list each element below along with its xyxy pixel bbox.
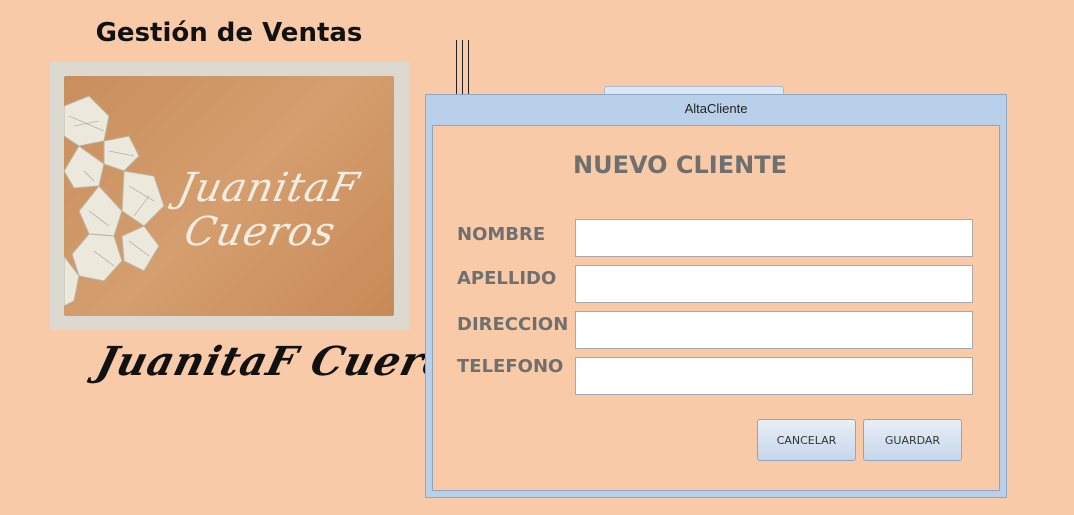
- logo-image: JuanitaF Cueros: [50, 62, 409, 330]
- form-title: NUEVO CLIENTE: [573, 151, 787, 179]
- dialog-title[interactable]: AltaCliente: [426, 95, 1006, 123]
- dialog-body: NUEVO CLIENTE NOMBRE APELLIDO DIRECCION …: [432, 125, 1000, 491]
- direccion-label: DIRECCION: [457, 314, 569, 335]
- nombre-label: NOMBRE: [457, 224, 546, 245]
- save-button[interactable]: GUARDAR: [863, 419, 962, 461]
- divider-lines: [456, 40, 474, 94]
- app-title: Gestión de Ventas: [95, 18, 363, 48]
- telefono-input[interactable]: [575, 357, 973, 395]
- apellido-input[interactable]: [575, 265, 973, 303]
- logo-text: JuanitaF Cueros: [165, 165, 364, 255]
- nombre-input[interactable]: [575, 219, 973, 257]
- alta-cliente-dialog: AltaCliente NUEVO CLIENTE NOMBRE APELLID…: [425, 94, 1007, 498]
- leather-board: JuanitaF Cueros: [64, 76, 394, 316]
- cancel-button[interactable]: CANCELAR: [757, 419, 856, 461]
- logo-text-line1: JuanitaF: [173, 165, 364, 211]
- lace-decoration: [64, 95, 165, 307]
- direccion-input[interactable]: [575, 311, 973, 349]
- apellido-label: APELLIDO: [457, 268, 557, 289]
- telefono-label: TELEFONO: [457, 356, 564, 377]
- logo-text-line2: Cueros: [180, 209, 340, 255]
- brand-name: JuanitaF Cueros: [92, 338, 481, 385]
